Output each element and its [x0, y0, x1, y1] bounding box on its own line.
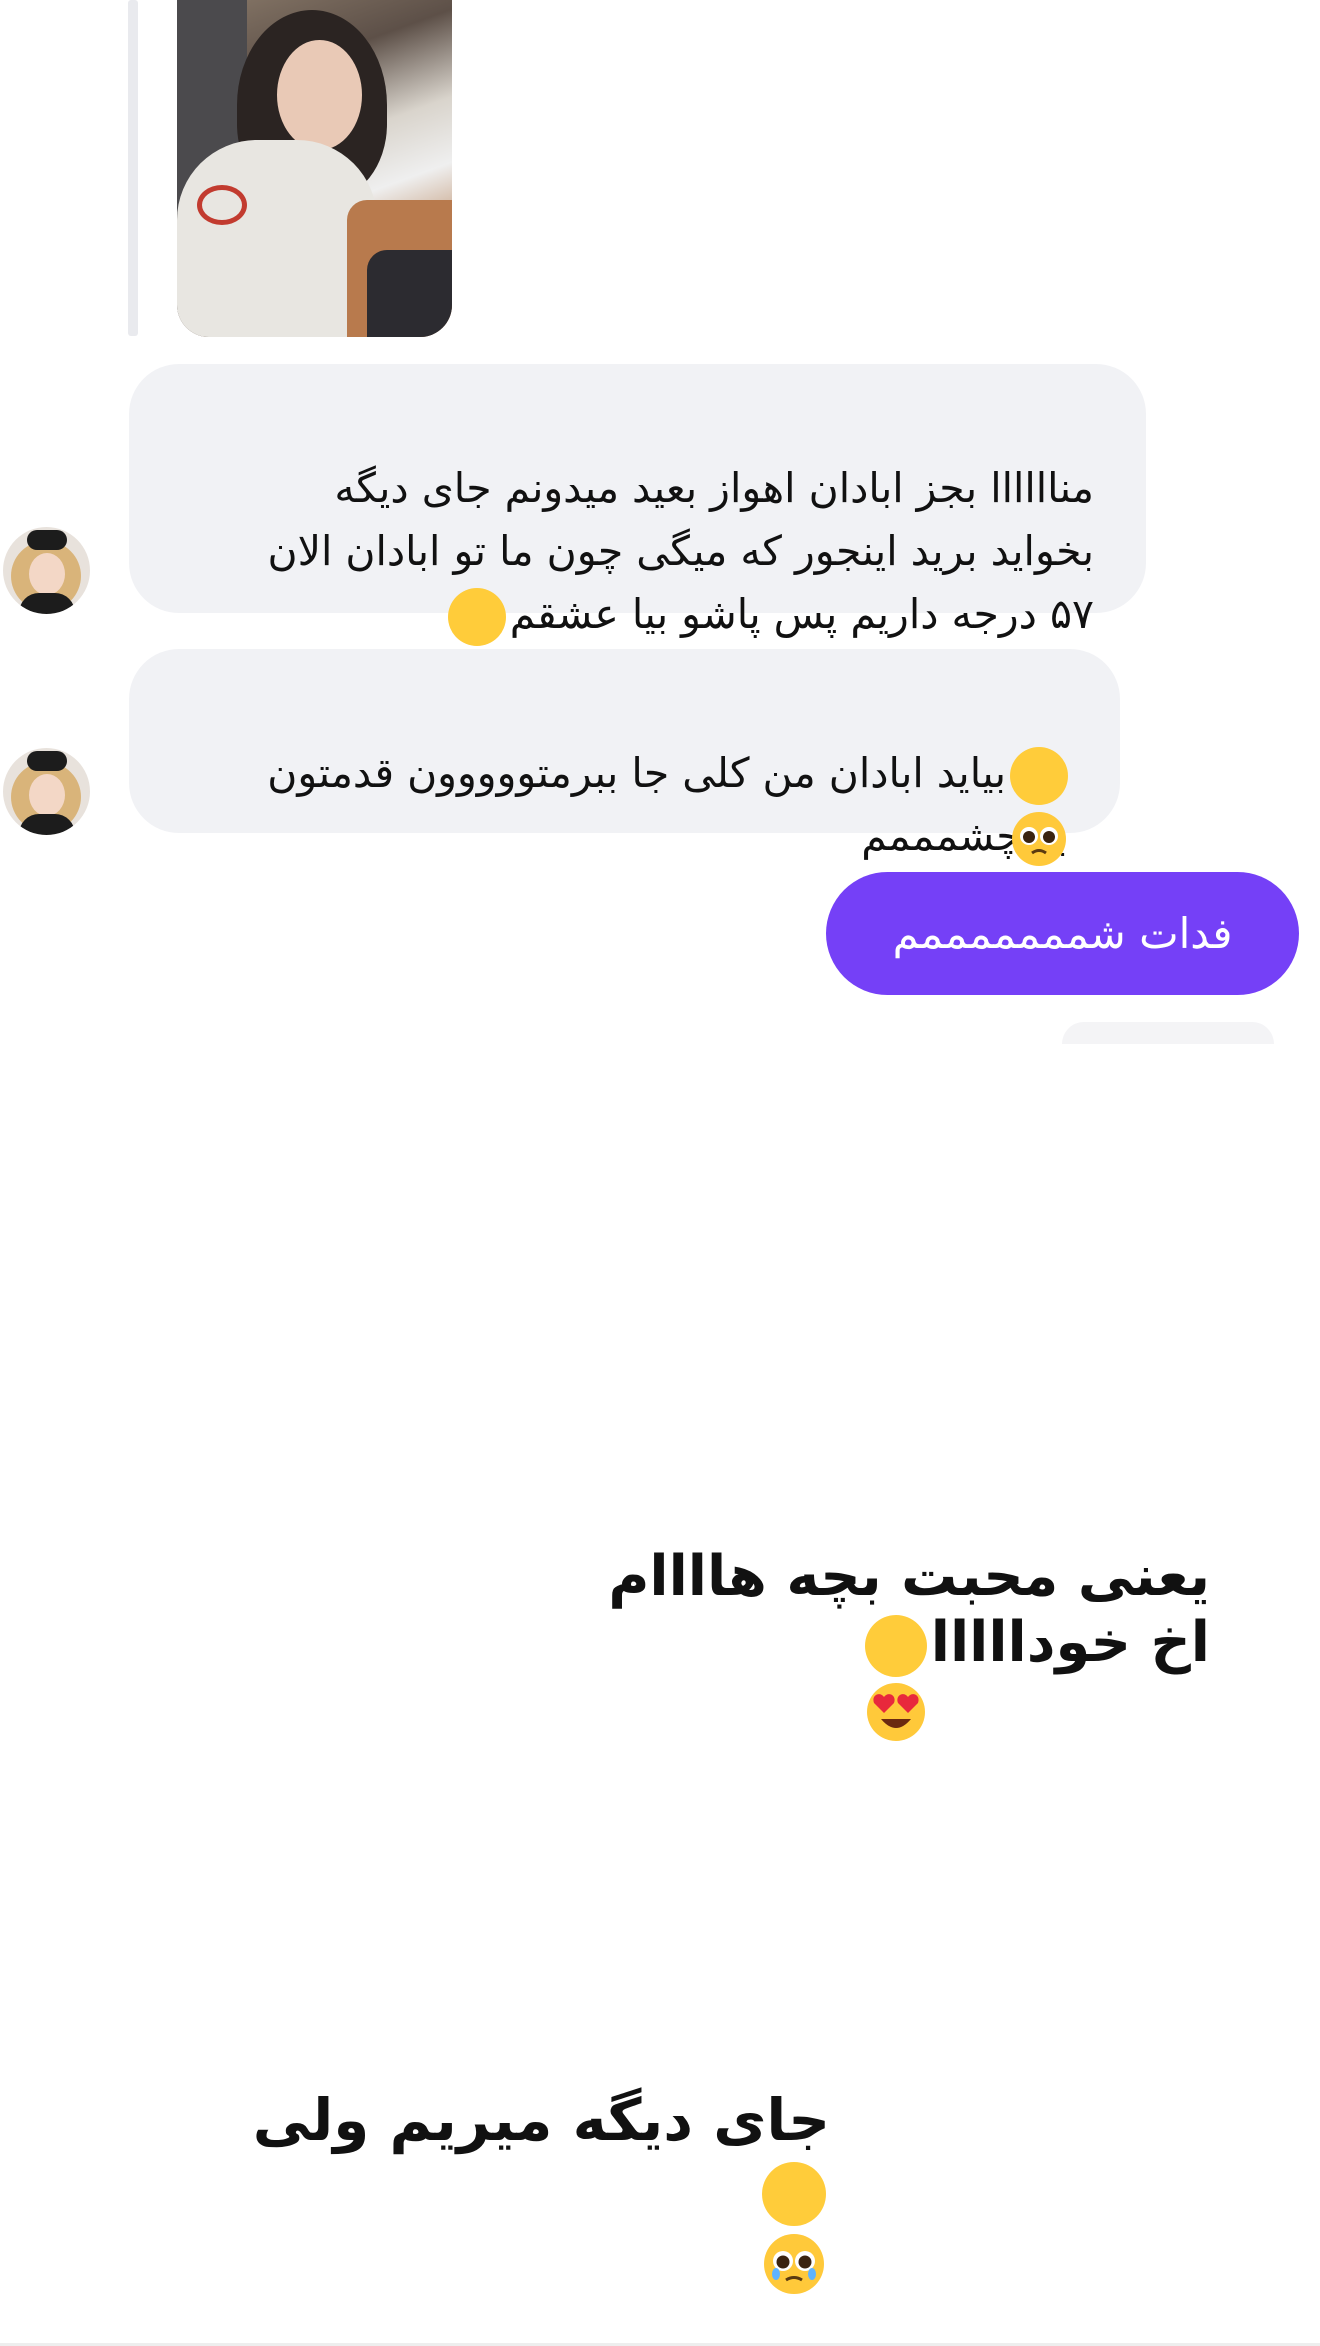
reply-indicator-bar [128, 0, 138, 336]
sender-avatar[interactable] [3, 527, 90, 614]
outgoing-message-bubble[interactable]: فدات شمممممممم [826, 872, 1299, 995]
photo-face [277, 40, 362, 150]
overlay-caption-2: جای دیگه میریم ولی [200, 2015, 830, 2294]
photo-bag [367, 250, 452, 337]
sender-avatar[interactable] [3, 748, 90, 835]
photo-sunglasses [197, 185, 247, 225]
tears-of-joy-emoji-icon [447, 588, 506, 707]
pleading-face-emoji-icon [1010, 747, 1068, 866]
message-text: بیاید ابادان من کلی جا ببرمتووووون قدمتو… [267, 749, 1068, 860]
pleading-emoji-icon [762, 2161, 826, 2294]
incoming-message-bubble[interactable]: بیاید ابادان من کلی جا ببرمتووووون قدمتو… [129, 649, 1120, 866]
incoming-message-bubble[interactable]: مناااااا بجز ابادان اهواز بعید میدونم جا… [129, 364, 1146, 707]
overlay-caption-1: یعنی محبت بچه هاااام اخ خودااااا [590, 1478, 1210, 1741]
partial-message-bubble [1062, 1022, 1274, 1044]
message-text: مناااااا بجز ابادان اهواز بعید میدونم جا… [267, 464, 1094, 638]
shared-photo-message[interactable] [177, 0, 452, 337]
overlay-caption-2-text: جای دیگه میریم ولی [252, 2086, 830, 2154]
message-text: فدات شمممممممم [892, 909, 1233, 958]
heart-eyes-emoji-icon [864, 1614, 927, 1741]
